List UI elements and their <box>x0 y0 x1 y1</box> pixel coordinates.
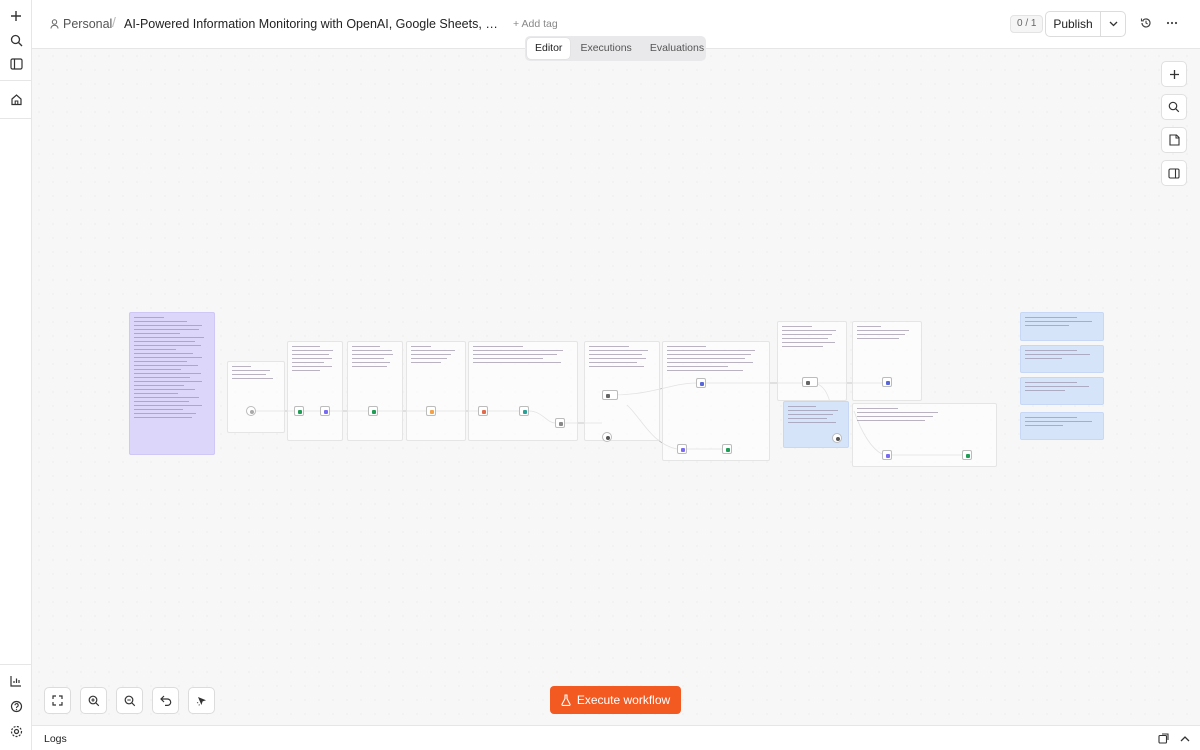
workflow-node[interactable] <box>602 432 612 442</box>
help-icon[interactable] <box>6 696 26 716</box>
workflow-node[interactable] <box>882 377 892 387</box>
workflow-node[interactable] <box>368 406 378 416</box>
publish-button-group: Publish <box>1045 11 1126 37</box>
sticky-note[interactable] <box>1020 345 1104 373</box>
flask-icon <box>561 694 571 706</box>
workflow-node[interactable] <box>602 390 618 400</box>
undo-icon[interactable] <box>152 687 179 714</box>
publish-options-button[interactable] <box>1101 12 1125 36</box>
workflow-canvas[interactable] <box>32 49 1200 725</box>
add-tag-button[interactable]: + Add tag <box>513 18 558 30</box>
tab-evaluations[interactable]: Evaluations <box>642 38 712 59</box>
workflow-node[interactable] <box>696 378 706 388</box>
sticky-note[interactable] <box>227 361 285 433</box>
zoom-out-icon[interactable] <box>116 687 143 714</box>
rail-divider <box>0 80 31 81</box>
sticky-note[interactable] <box>406 341 466 441</box>
sticky-note[interactable] <box>347 341 403 441</box>
sticky-note[interactable] <box>287 341 343 441</box>
chevron-down-icon <box>1109 21 1117 27</box>
breadcrumb-separator: / <box>112 14 116 30</box>
workflow-node[interactable] <box>882 450 892 460</box>
sticky-note[interactable] <box>1020 412 1104 440</box>
sticky-note[interactable] <box>1020 377 1104 405</box>
workflow-node[interactable] <box>832 433 842 443</box>
search-nodes-icon[interactable] <box>1161 94 1187 120</box>
panel-toggle-icon[interactable] <box>1161 160 1187 186</box>
sticky-note[interactable] <box>1020 312 1104 341</box>
execute-workflow-label: Execute workflow <box>576 693 671 707</box>
sidebar-toggle-icon[interactable] <box>6 54 26 74</box>
workflow-node[interactable] <box>294 406 304 416</box>
tab-executions[interactable]: Executions <box>572 38 639 59</box>
sticky-note[interactable] <box>129 312 215 455</box>
workflow-node[interactable] <box>478 406 488 416</box>
rail-divider <box>0 118 31 119</box>
app-window: Personal / AI-Powered Information Monito… <box>0 0 1200 750</box>
add-node-icon[interactable] <box>1161 61 1187 87</box>
plus-icon[interactable] <box>6 6 26 26</box>
logs-panel-bar[interactable]: Logs <box>32 725 1200 750</box>
sticky-note[interactable] <box>662 341 770 461</box>
insights-icon[interactable] <box>6 671 26 691</box>
version-badge: 0 / 1 <box>1010 15 1044 33</box>
workflow-node[interactable] <box>722 444 732 454</box>
sticky-note-icon[interactable] <box>1161 127 1187 153</box>
sticky-note[interactable] <box>777 321 847 401</box>
cursor-tidy-icon[interactable] <box>188 687 215 714</box>
fit-view-icon[interactable] <box>44 687 71 714</box>
home-icon[interactable] <box>6 89 26 109</box>
zoom-in-icon[interactable] <box>80 687 107 714</box>
execute-workflow-button[interactable]: Execute workflow <box>550 686 681 714</box>
workflow-node[interactable] <box>519 406 529 416</box>
workflow-node[interactable] <box>555 418 565 428</box>
pop-out-icon[interactable] <box>1157 732 1169 744</box>
history-icon[interactable] <box>1138 15 1154 31</box>
rail-divider <box>0 664 31 665</box>
view-tabs: Editor Executions Evaluations <box>525 36 706 61</box>
search-icon[interactable] <box>6 30 26 50</box>
breadcrumb-project-label: Personal <box>63 17 113 31</box>
publish-button[interactable]: Publish <box>1046 12 1101 36</box>
workflow-title[interactable]: AI-Powered Information Monitoring with O… <box>124 17 504 31</box>
workflow-node[interactable] <box>320 406 330 416</box>
tab-editor[interactable]: Editor <box>527 38 571 59</box>
left-rail <box>0 0 32 750</box>
workflow-node[interactable] <box>802 377 818 387</box>
user-icon <box>50 19 59 29</box>
sticky-note[interactable] <box>852 403 997 467</box>
settings-icon[interactable] <box>6 721 26 741</box>
sticky-note[interactable] <box>584 341 660 441</box>
workflow-node[interactable] <box>246 406 256 416</box>
logs-label: Logs <box>44 733 67 745</box>
workflow-node[interactable] <box>426 406 436 416</box>
workflow-node[interactable] <box>677 444 687 454</box>
workflow-node[interactable] <box>962 450 972 460</box>
workflow-diagram <box>32 49 1200 725</box>
more-options-icon[interactable] <box>1164 15 1180 31</box>
chevron-up-icon[interactable] <box>1179 732 1191 744</box>
sticky-note[interactable] <box>852 321 922 401</box>
breadcrumb-project[interactable]: Personal <box>50 17 112 31</box>
